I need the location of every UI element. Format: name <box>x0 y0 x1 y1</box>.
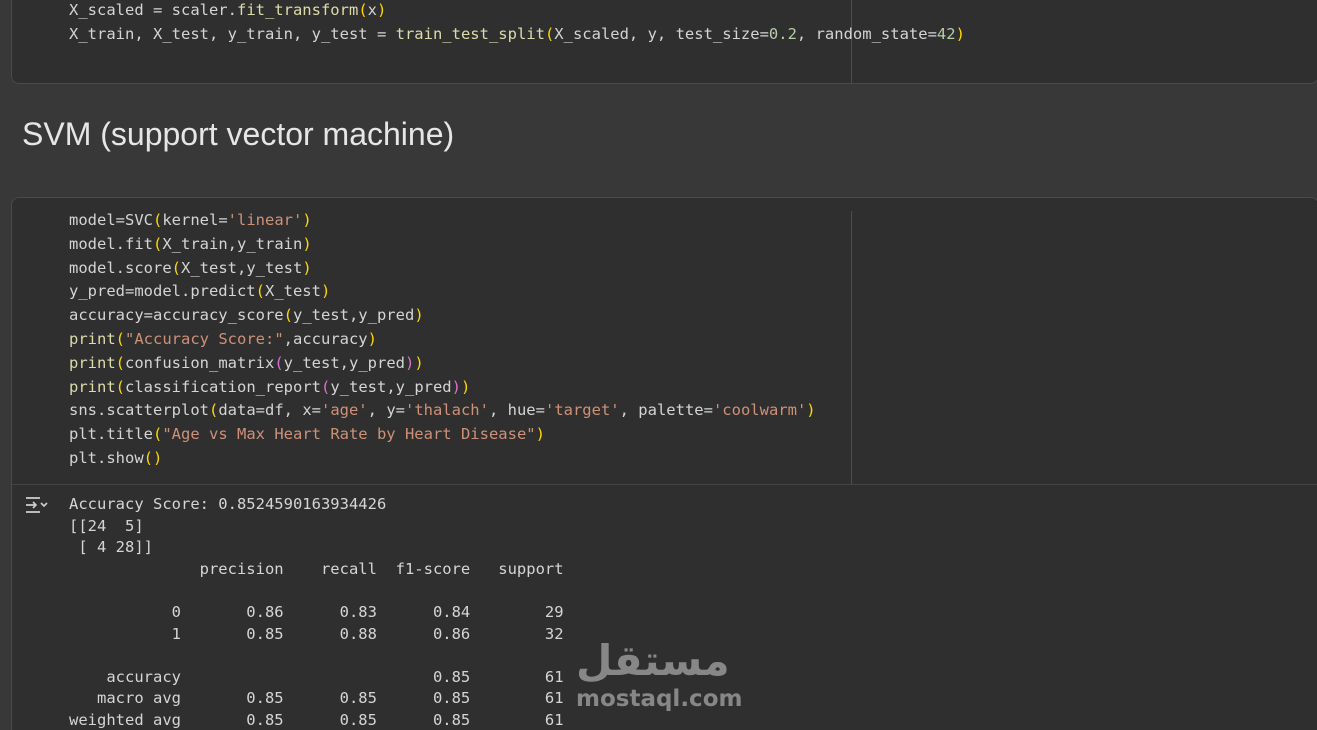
code-token: X_test,y_test <box>181 258 303 277</box>
code-token: plt.show <box>69 448 144 467</box>
code-line[interactable]: accuracy=accuracy_score(y_test,y_pred) <box>69 304 816 328</box>
code-token: 42 <box>936 24 956 43</box>
code-token: y_pred=model.predict <box>69 282 256 301</box>
code-token: ,accuracy <box>283 329 368 348</box>
code-token: y_test,y_pred <box>283 353 405 372</box>
code-token: data=df, x= <box>218 401 321 420</box>
code-token: ) <box>955 24 965 43</box>
watermark-latin-text: mostaql.com <box>576 686 743 712</box>
code-token: 'coolwarm' <box>712 401 807 420</box>
code-token: model=SVC <box>69 211 153 229</box>
code-token: ) <box>367 329 377 348</box>
code-token: ) <box>302 234 312 253</box>
code-token: 'thalach' <box>404 401 489 420</box>
code-token: y_test,y_pred <box>330 377 452 396</box>
code-line[interactable]: plt.title("Age vs Max Heart Rate by Hear… <box>69 423 816 447</box>
output-toggle-icon[interactable] <box>24 496 48 514</box>
output-divider <box>12 484 1317 485</box>
code-token: ) <box>153 448 163 467</box>
code-token: accuracy=accuracy_score <box>69 306 284 325</box>
code-token: kernel= <box>162 211 228 229</box>
code-line[interactable]: X_scaled = scaler.fit_transform(x) <box>69 0 965 23</box>
code-token: "Accuracy Score:" <box>125 329 284 348</box>
code-token: model.score <box>69 258 172 277</box>
cell-output: Accuracy Score: 0.8524590163934426 [[24 … <box>69 495 564 729</box>
code-token: ( <box>255 282 265 301</box>
code-token: ) <box>405 353 415 372</box>
code-token: ) <box>806 401 816 420</box>
code-token: classification_report <box>125 377 321 396</box>
code-token: , y= <box>367 401 405 420</box>
code-token: ( <box>274 353 284 372</box>
code-token: ( <box>115 353 126 372</box>
code-token: fit_transform <box>236 1 359 19</box>
code-token: ) <box>377 1 387 19</box>
code-token: ( <box>320 377 331 396</box>
code-token: ( <box>153 234 163 253</box>
code-line[interactable]: sns.scatterplot(data=df, x='age', y='tha… <box>69 399 816 423</box>
code-token: print <box>69 329 116 348</box>
code-token: train_test_split <box>395 24 545 43</box>
code-token: ) <box>535 425 545 444</box>
code-token: 'target' <box>544 401 620 420</box>
code-token: ) <box>320 282 331 301</box>
code-token: , random_state= <box>796 24 937 43</box>
code-token: ( <box>153 211 163 229</box>
notebook-page: X_scaled = scaler.fit_transform(x) X_trai… <box>0 0 1317 730</box>
code-token: ) <box>302 258 312 277</box>
code-token: X_scaled = scaler. <box>69 1 237 19</box>
code-token: ( <box>115 377 126 396</box>
code-token: , hue= <box>488 401 545 420</box>
code-token: y_test,y_pred <box>292 306 415 325</box>
mostaql-watermark-logo: مستقل mostaql.com <box>572 636 743 720</box>
code-token: "Age vs Max Heart Rate by Heart Disease" <box>162 425 536 444</box>
code-line[interactable]: print("Accuracy Score:",accuracy) <box>69 328 816 352</box>
code-token: 0.2 <box>768 24 797 43</box>
code-token: ( <box>544 24 555 43</box>
code-token: X_scaled, y, test_size= <box>554 24 769 43</box>
code-line[interactable]: model=SVC(kernel='linear') <box>69 209 816 233</box>
code-line[interactable]: print(classification_report(y_test,y_pre… <box>69 376 816 400</box>
code-line[interactable]: model.fit(X_train,y_train) <box>69 233 816 257</box>
code-line[interactable]: X_train, X_test, y_train, y_test = train… <box>69 23 965 47</box>
watermark-arabic-text: مستقل <box>576 636 730 685</box>
code-token: model.fit <box>69 234 153 253</box>
section-heading: SVM (support vector machine) <box>22 116 455 152</box>
code-token: ) <box>461 377 471 396</box>
code-token: plt.title <box>69 425 153 444</box>
line-length-ruler <box>851 211 852 484</box>
code-token: confusion_matrix <box>125 353 275 372</box>
code-line[interactable]: model.score(X_test,y_test) <box>69 257 816 281</box>
code-line[interactable]: y_pred=model.predict(X_test) <box>69 280 816 304</box>
code-token: ( <box>283 306 293 325</box>
code-token: ) <box>414 353 424 372</box>
code-token: 'linear' <box>227 211 303 229</box>
code-editor[interactable]: model=SVC(kernel='linear') model.fit(X_tr… <box>69 209 816 471</box>
code-token: ( <box>153 425 163 444</box>
code-token: print <box>69 353 116 372</box>
code-token: ) <box>414 306 424 325</box>
code-token: ( <box>115 329 126 348</box>
code-token: ( <box>143 448 153 467</box>
code-token: 'age' <box>320 401 368 420</box>
code-token: ( <box>171 258 181 277</box>
code-editor[interactable]: X_scaled = scaler.fit_transform(x) X_trai… <box>69 0 965 47</box>
code-token: ( <box>208 401 219 420</box>
code-token: X_train, X_test, y_train, y_test = <box>69 24 396 43</box>
code-token: ( <box>358 1 368 19</box>
code-token: print <box>69 377 116 396</box>
code-token: X_test <box>264 282 321 301</box>
code-token: , palette= <box>619 401 713 420</box>
code-token: x <box>367 1 377 19</box>
code-line[interactable]: plt.show() <box>69 447 816 471</box>
code-cell-split[interactable]: X_scaled = scaler.fit_transform(x) X_trai… <box>11 0 1317 84</box>
code-line[interactable]: print(confusion_matrix(y_test,y_pred)) <box>69 352 816 376</box>
code-token: ) <box>302 211 312 229</box>
code-token: sns.scatterplot <box>69 401 209 420</box>
code-token: ) <box>451 377 461 396</box>
code-token: X_train,y_train <box>162 234 303 253</box>
